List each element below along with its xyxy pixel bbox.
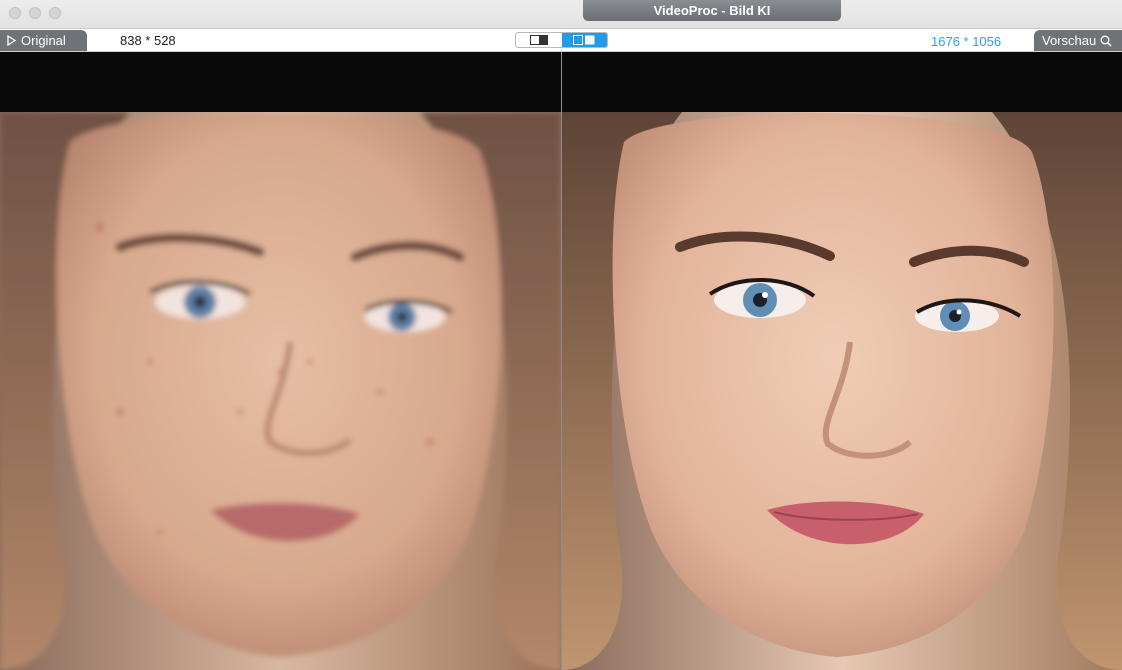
close-window-button[interactable] bbox=[9, 7, 21, 19]
minimize-window-button[interactable] bbox=[29, 7, 41, 19]
view-mode-toggle bbox=[515, 32, 608, 48]
original-photo bbox=[0, 112, 561, 670]
original-image-panel bbox=[0, 52, 561, 670]
magnifier-icon bbox=[1100, 35, 1112, 47]
title-bar: VideoProc - Bild KI bbox=[0, 0, 1122, 29]
side-by-side-icon bbox=[573, 35, 595, 45]
preview-resolution: 1676 * 1056 bbox=[931, 34, 1002, 49]
original-tab[interactable]: Original bbox=[0, 30, 87, 51]
preview-tab[interactable]: Vorschau bbox=[1034, 30, 1122, 51]
window-title: VideoProc - Bild KI bbox=[583, 0, 841, 21]
preview-label: Vorschau bbox=[1042, 33, 1097, 48]
zoom-window-button[interactable] bbox=[49, 7, 61, 19]
original-label: Original bbox=[21, 33, 66, 48]
play-icon bbox=[7, 35, 16, 46]
side-by-side-button[interactable] bbox=[561, 33, 607, 47]
original-resolution: 838 * 528 bbox=[120, 33, 176, 48]
single-view-button[interactable] bbox=[516, 33, 562, 47]
split-view-icon bbox=[529, 35, 548, 45]
comparison-toolbar: Original 838 * 528 1676 * 1056 Vorschau bbox=[0, 29, 1122, 52]
preview-image-panel bbox=[562, 52, 1122, 670]
enhanced-photo bbox=[562, 112, 1122, 670]
